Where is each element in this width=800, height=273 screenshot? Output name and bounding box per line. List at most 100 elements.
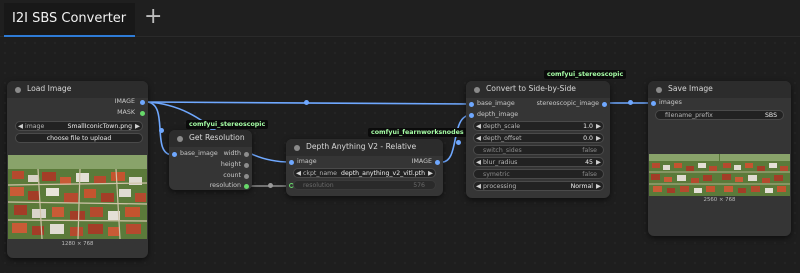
widget-label: symetric bbox=[483, 171, 510, 178]
widget-value: SmallIconicTown.png bbox=[67, 123, 132, 130]
increment-arrow-icon[interactable]: ▶ bbox=[596, 134, 601, 142]
combo-prev-arrow-icon[interactable]: ◀ bbox=[296, 169, 301, 177]
switch-sides-toggle[interactable]: switch_sides false bbox=[473, 145, 604, 155]
node-source-badge: comfyui_stereoscopic bbox=[186, 120, 269, 129]
output-resolution-socket[interactable] bbox=[244, 184, 249, 189]
input-depth-image-socket[interactable] bbox=[469, 113, 474, 118]
output-count-socket[interactable] bbox=[244, 174, 249, 179]
combo-prev-arrow-icon[interactable]: ◀ bbox=[476, 182, 481, 190]
widget-label: depth_scale bbox=[483, 123, 521, 130]
depth-scale-widget[interactable]: ◀ depth_scale 1.0 ▶ bbox=[473, 121, 604, 131]
convert-sbs-node[interactable]: Convert to Side-by-Side base_image stere… bbox=[466, 81, 610, 198]
widget-label: depth_offset bbox=[483, 135, 522, 142]
comfyui-app: I2I SBS Converter + Load Image IMAGE MAS… bbox=[0, 0, 800, 273]
combo-next-arrow-icon[interactable]: ▶ bbox=[135, 122, 140, 130]
node-title: Convert to Side-by-Side bbox=[486, 84, 576, 93]
workflow-tab-title: I2I SBS Converter bbox=[12, 11, 127, 26]
link-midpoint-dot[interactable] bbox=[304, 100, 309, 105]
image-size-caption: 1280 × 768 bbox=[61, 241, 94, 247]
output-count-label: count bbox=[223, 172, 241, 179]
node-source-badge: comfyui_stereoscopic bbox=[544, 70, 627, 79]
combo-next-arrow-icon[interactable]: ▶ bbox=[596, 182, 601, 190]
output-image-label: IMAGE bbox=[114, 98, 135, 105]
node-title: Load Image bbox=[27, 84, 72, 93]
increment-arrow-icon[interactable]: ▶ bbox=[596, 158, 601, 166]
increment-arrow-icon[interactable]: ▶ bbox=[596, 122, 601, 130]
decrement-arrow-icon[interactable]: ◀ bbox=[476, 122, 481, 130]
input-image-label: image bbox=[297, 158, 317, 165]
link-midpoint-dot[interactable] bbox=[159, 128, 164, 133]
node-header[interactable]: Save Image bbox=[648, 81, 791, 98]
output-image-socket[interactable] bbox=[140, 100, 145, 105]
symetric-toggle[interactable]: symetric false bbox=[473, 169, 604, 179]
output-mask-socket[interactable] bbox=[140, 111, 145, 116]
widget-label: ckpt_name bbox=[303, 170, 337, 177]
save-image-node[interactable]: Save Image images filename_prefix SBS 25… bbox=[648, 81, 791, 236]
filename-prefix-field[interactable]: filename_prefix SBS bbox=[655, 110, 784, 120]
node-collapse-dot[interactable] bbox=[294, 145, 300, 151]
depth-anything-node[interactable]: Depth Anything V2 - Relative image IMAGE… bbox=[286, 139, 443, 196]
node-collapse-dot[interactable] bbox=[15, 87, 21, 93]
output-image-label: IMAGE bbox=[411, 158, 432, 165]
image-combo-widget[interactable]: ◀ image SmallIconicTown.png ▶ bbox=[15, 121, 143, 131]
node-collapse-dot[interactable] bbox=[474, 87, 480, 93]
workflow-tab[interactable]: I2I SBS Converter bbox=[4, 3, 135, 37]
link-midpoint-dot[interactable] bbox=[456, 140, 461, 145]
output-stereoscopic-label: stereoscopic_image bbox=[536, 100, 599, 107]
node-source-badge: comfyui_fearnworksnodes bbox=[368, 128, 467, 137]
node-collapse-dot[interactable] bbox=[656, 87, 662, 93]
get-resolution-node[interactable]: Get Resolution base_image width height c… bbox=[169, 130, 252, 190]
input-base-image-label: base_image bbox=[180, 150, 218, 157]
node-header[interactable]: Depth Anything V2 - Relative bbox=[286, 139, 443, 156]
add-tab-button[interactable]: + bbox=[144, 6, 162, 28]
output-width-socket[interactable] bbox=[244, 152, 249, 157]
ckpt-name-combo[interactable]: ◀ ckpt_name depth_anything_v2_vitl.pth ▶ bbox=[293, 168, 436, 178]
input-image-socket[interactable] bbox=[289, 160, 294, 165]
input-images-socket[interactable] bbox=[651, 101, 656, 106]
blur-radius-widget[interactable]: ◀ blur_radius 45 ▶ bbox=[473, 157, 604, 167]
widget-label: blur_radius bbox=[483, 159, 518, 166]
widget-label: processing bbox=[483, 183, 517, 190]
node-header[interactable]: Load Image bbox=[7, 81, 148, 98]
widget-value: 0.0 bbox=[583, 135, 593, 142]
output-width-label: width bbox=[223, 150, 241, 157]
resolution-widget: resolution 576 bbox=[293, 180, 436, 190]
widget-value: 576 bbox=[413, 182, 425, 189]
output-stereoscopic-socket[interactable] bbox=[602, 102, 607, 107]
node-collapse-dot[interactable] bbox=[177, 136, 183, 142]
node-header[interactable]: Get Resolution bbox=[169, 130, 252, 147]
link-midpoint-dot[interactable] bbox=[268, 183, 273, 188]
widget-value: 1.0 bbox=[583, 123, 593, 130]
combo-next-arrow-icon[interactable]: ▶ bbox=[428, 169, 433, 177]
widget-value: 45 bbox=[585, 159, 593, 166]
upload-button-label: choose file to upload bbox=[46, 135, 112, 142]
output-height-socket[interactable] bbox=[244, 163, 249, 168]
input-base-image-socket[interactable] bbox=[172, 152, 177, 157]
upload-button[interactable]: choose file to upload bbox=[15, 133, 143, 143]
node-title: Get Resolution bbox=[189, 133, 245, 142]
widget-label: resolution bbox=[303, 182, 334, 189]
input-depth-image-label: depth_image bbox=[477, 111, 519, 118]
load-image-node[interactable]: Load Image IMAGE MASK ◀ image SmallIconi… bbox=[7, 81, 148, 258]
widget-label: image bbox=[25, 123, 45, 130]
decrement-arrow-icon[interactable]: ◀ bbox=[476, 158, 481, 166]
output-resolution-label: resolution bbox=[209, 182, 241, 189]
node-header[interactable]: Convert to Side-by-Side bbox=[466, 81, 610, 98]
link-midpoint-dot[interactable] bbox=[628, 100, 633, 105]
combo-prev-arrow-icon[interactable]: ◀ bbox=[18, 122, 23, 130]
input-base-image-label: base_image bbox=[477, 100, 515, 107]
output-image-socket[interactable] bbox=[435, 160, 440, 165]
depth-offset-widget[interactable]: ◀ depth_offset 0.0 ▶ bbox=[473, 133, 604, 143]
widget-label: filename_prefix bbox=[665, 112, 713, 119]
processing-combo[interactable]: ◀ processing Normal ▶ bbox=[473, 181, 604, 191]
image-preview bbox=[8, 155, 147, 239]
node-title: Depth Anything V2 - Relative bbox=[306, 142, 417, 151]
output-height-label: height bbox=[220, 161, 241, 168]
input-images-label: images bbox=[659, 99, 682, 106]
image-size-caption: 2560 × 768 bbox=[703, 197, 736, 203]
widget-value: false bbox=[582, 171, 597, 178]
output-mask-label: MASK bbox=[117, 109, 135, 116]
sbs-image-preview bbox=[649, 154, 790, 196]
input-base-image-socket[interactable] bbox=[469, 102, 474, 107]
decrement-arrow-icon[interactable]: ◀ bbox=[476, 134, 481, 142]
